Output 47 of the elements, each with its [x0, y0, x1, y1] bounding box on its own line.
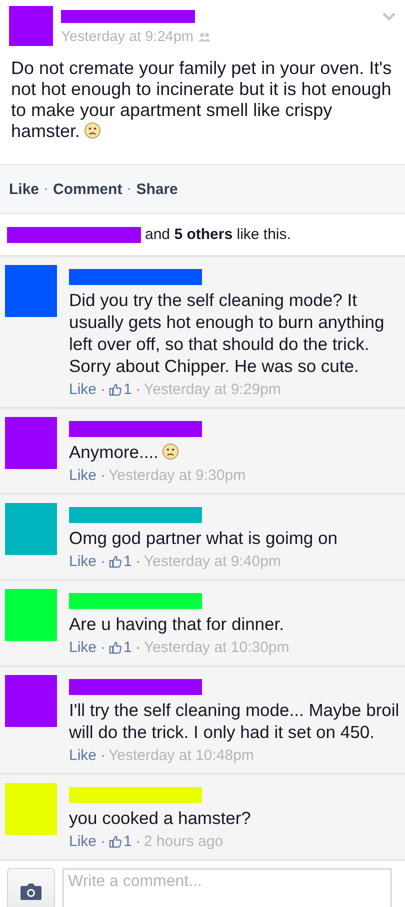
like-link[interactable]: Like [69, 381, 97, 398]
comment-time: Yesterday at 9:30pm [108, 467, 246, 484]
thumbs-up-icon [108, 555, 122, 568]
action-link[interactable]: Like [9, 180, 40, 198]
friends-icon [198, 32, 212, 42]
chevron-down-icon[interactable] [382, 12, 396, 21]
thumbs-up-icon [108, 835, 122, 848]
avatar[interactable] [5, 675, 57, 727]
like-link[interactable]: Like [69, 553, 97, 570]
thumbs-up-icon [108, 641, 122, 654]
like-link[interactable]: Like [69, 639, 97, 656]
avatar[interactable] [5, 265, 57, 317]
comment-time: Yesterday at 9:29pm [144, 381, 281, 398]
comment-field[interactable]: Write a comment... [62, 868, 392, 907]
action-link[interactable]: Comment [53, 180, 122, 198]
like-count[interactable]: 1 [124, 381, 132, 398]
camera-icon [20, 883, 42, 900]
avatar[interactable] [5, 589, 57, 641]
comment-text: Are u having that for dinner. [69, 613, 285, 635]
frown-emoji-icon [84, 122, 102, 139]
avatar[interactable] [9, 6, 53, 46]
comment-text: Did you try the self cleaning mode? It usually gets hot enough to burn anything left over off, so that should do the trick. Sorry about Chipper. He was so cute. [69, 289, 386, 377]
post-time: Yesterday at 9:24pm [61, 29, 194, 45]
redacted-name[interactable] [7, 226, 141, 242]
avatar[interactable] [5, 417, 57, 469]
comment-text: I'll try the self cleaning mode... Maybe broil will do the trick. I only had it set on 450. [69, 699, 400, 743]
comment-text: you cooked a hamster? [69, 807, 251, 829]
comment-text: Omg god partner what is goimg on [69, 527, 338, 549]
action-link[interactable]: Share [136, 180, 178, 198]
thumbs-up-icon [108, 383, 122, 396]
comment-time: Yesterday at 10:30pm [144, 639, 290, 656]
camera-button[interactable] [7, 868, 55, 907]
like-link[interactable]: Like [69, 467, 97, 484]
like-link[interactable]: Like [69, 747, 97, 764]
comment-time: 2 hours ago [144, 833, 224, 850]
like-link[interactable]: Like [69, 833, 97, 850]
avatar[interactable] [5, 783, 57, 835]
like-count[interactable]: 1 [124, 553, 132, 570]
comment-text: Anymore.... [69, 441, 246, 463]
frown-emoji-icon [162, 443, 180, 460]
like-count[interactable]: 1 [124, 833, 132, 850]
avatar[interactable] [5, 503, 57, 555]
like-count[interactable]: 1 [124, 639, 132, 656]
comment-time: Yesterday at 9:40pm [144, 553, 281, 570]
comment-time: Yesterday at 10:48pm [108, 747, 254, 764]
post-text: Do not cremate your family pet in your oven. It's not hot enough to incinerate but it is hot enough to make your apartment smell like crispy hamster. [10, 57, 393, 143]
likes-summary[interactable]: and 5 others like this. [145, 226, 291, 243]
